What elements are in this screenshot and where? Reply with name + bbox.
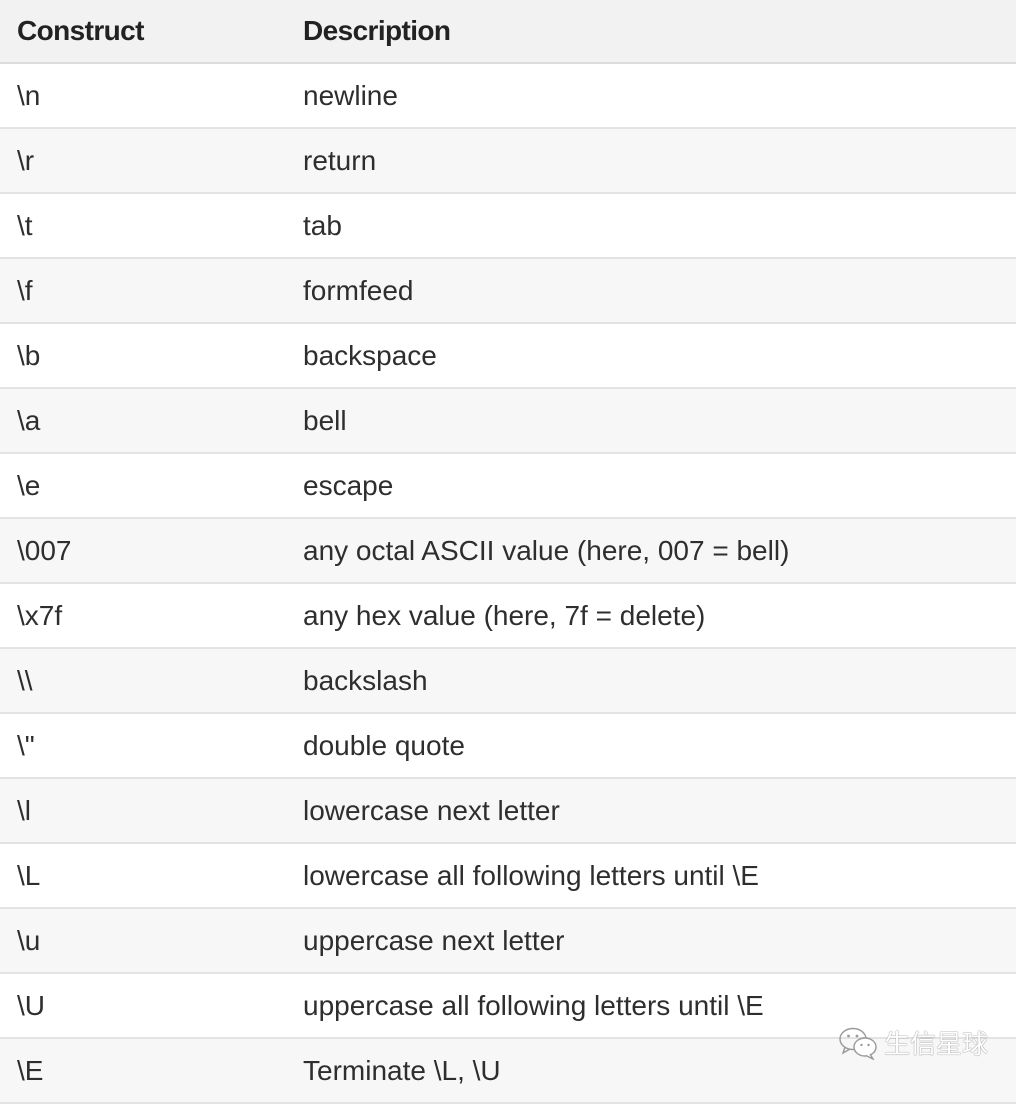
description-cell: newline xyxy=(286,63,1016,129)
table-row: \\ backslash xyxy=(0,648,1016,714)
description-cell: escape xyxy=(286,453,1016,519)
escape-sequence-table: Construct Description \n newline \r return \… xyxy=(0,0,1016,1104)
description-cell: backslash xyxy=(286,648,1016,714)
description-cell: bell xyxy=(286,388,1016,454)
column-header-description: Description xyxy=(286,0,1016,64)
table-row: \" double quote xyxy=(0,713,1016,779)
wechat-icon xyxy=(839,1027,877,1060)
construct-cell: \t xyxy=(0,193,286,259)
table-row: \007 any octal ASCII value (here, 007 = b… xyxy=(0,518,1016,584)
table-row: \t tab xyxy=(0,193,1016,259)
construct-cell: \u xyxy=(0,908,286,974)
construct-cell: \" xyxy=(0,713,286,779)
description-cell: formfeed xyxy=(286,258,1016,324)
table-header-row: Construct Description xyxy=(0,0,1016,64)
construct-cell: \x7f xyxy=(0,583,286,649)
description-cell: tab xyxy=(286,193,1016,259)
table-row: \u uppercase next letter xyxy=(0,908,1016,974)
construct-cell: \r xyxy=(0,128,286,194)
construct-cell: \f xyxy=(0,258,286,324)
table-row: \a bell xyxy=(0,388,1016,454)
construct-cell: \007 xyxy=(0,518,286,584)
construct-cell: \E xyxy=(0,1038,286,1104)
construct-cell: \l xyxy=(0,778,286,844)
description-cell: return xyxy=(286,128,1016,194)
construct-cell: \U xyxy=(0,973,286,1039)
watermark-text: 生信星球 xyxy=(884,1029,989,1059)
description-cell: double quote xyxy=(286,713,1016,779)
construct-cell: \b xyxy=(0,323,286,389)
table-row: \f formfeed xyxy=(0,258,1016,324)
table-row: \l lowercase next letter xyxy=(0,778,1016,844)
description-cell: backspace xyxy=(286,323,1016,389)
watermark: 生信星球 xyxy=(838,1024,988,1061)
table-row: \x7f any hex value (here, 7f = delete) xyxy=(0,583,1016,649)
description-cell: any hex value (here, 7f = delete) xyxy=(286,583,1016,649)
construct-cell: \L xyxy=(0,843,286,909)
table-row: \b backspace xyxy=(0,323,1016,389)
column-header-construct: Construct xyxy=(0,0,286,64)
description-cell: any octal ASCII value (here, 007 = bell) xyxy=(286,518,1016,584)
construct-cell: \e xyxy=(0,453,286,519)
table-row: \n newline xyxy=(0,63,1016,129)
construct-cell: \n xyxy=(0,63,286,129)
table-row: \r return xyxy=(0,128,1016,194)
table-row: \e escape xyxy=(0,453,1016,519)
construct-cell: \a xyxy=(0,388,286,454)
table-row: \L lowercase all following letters until … xyxy=(0,843,1016,909)
description-cell: uppercase next letter xyxy=(286,908,1016,974)
table-body: \n newline \r return \t tab \f formfeed \b backsp… xyxy=(0,63,1016,1104)
description-cell: lowercase next letter xyxy=(286,778,1016,844)
description-cell: lowercase all following letters until \E xyxy=(286,843,1016,909)
construct-cell: \\ xyxy=(0,648,286,714)
